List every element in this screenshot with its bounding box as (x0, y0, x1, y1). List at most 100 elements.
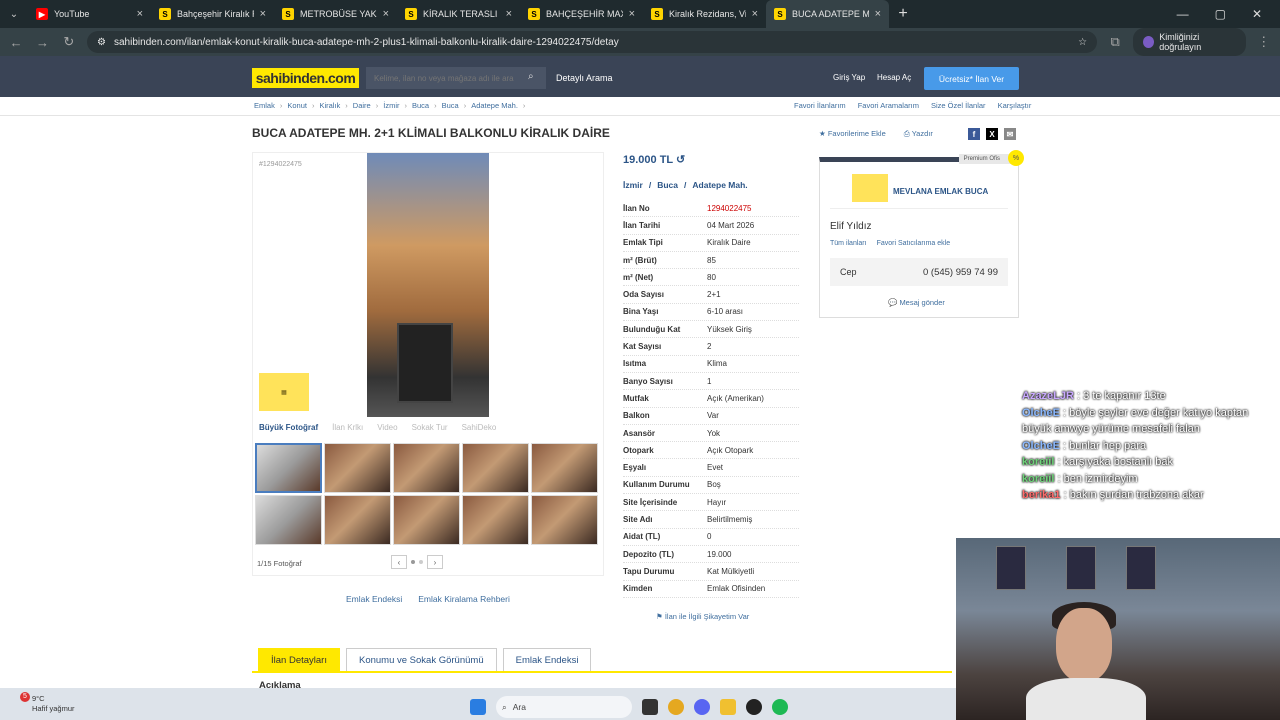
prev-page-button[interactable]: ‹ (391, 555, 407, 569)
windows-start-icon[interactable] (470, 699, 486, 715)
bookmark-star-icon[interactable]: ☆ (1078, 37, 1087, 48)
breadcrumb-item[interactable]: İzmir (383, 101, 399, 110)
sahibinden-icon: S (651, 8, 663, 20)
mail-icon[interactable]: ✉ (1004, 128, 1016, 140)
photo-thumbnail[interactable] (531, 443, 598, 493)
location-link[interactable]: İzmir (623, 180, 643, 190)
search-input[interactable] (366, 67, 546, 89)
detailed-search-link[interactable]: Detaylı Arama (556, 73, 613, 83)
photo-tab[interactable]: Büyük Fotoğraf (259, 423, 318, 432)
close-tab-icon[interactable]: × (383, 8, 389, 20)
photo-thumbnail[interactable] (324, 495, 391, 545)
extensions-icon[interactable]: ⧉ (1107, 34, 1123, 50)
facebook-icon[interactable]: f (968, 128, 980, 140)
close-tab-icon[interactable]: × (875, 8, 881, 20)
print-link[interactable]: ⎙ Yazdır (904, 129, 933, 139)
photo-thumbnail[interactable] (393, 495, 460, 545)
agent-logo[interactable] (852, 174, 888, 202)
file-explorer-icon[interactable] (720, 699, 736, 715)
close-tab-icon[interactable]: × (260, 8, 266, 20)
search-icon[interactable]: ⌕ (528, 71, 534, 82)
photo-thumbnail[interactable] (462, 495, 529, 545)
photo-tab[interactable]: Sokak Tur (412, 423, 448, 432)
reload-icon[interactable]: ↻ (61, 34, 77, 50)
browser-tab[interactable]: ▶ YouTube × (28, 0, 151, 28)
breadcrumb-item[interactable]: Emlak (254, 101, 275, 110)
next-page-button[interactable]: › (427, 555, 443, 569)
browser-tab[interactable]: S Kiralık Rezidans, Villa × (643, 0, 766, 28)
user-link[interactable]: Favori Aramalarım (858, 101, 919, 110)
all-listings-link[interactable]: Tüm ilanları (830, 240, 867, 247)
browser-tab[interactable]: S BAHÇEŞEHİR MAXİM × (520, 0, 643, 28)
photo-tab[interactable]: SahiDeko (462, 423, 497, 432)
complain-link[interactable]: ⚑ İlan ile İlgili Şikayetim Var (656, 612, 749, 621)
signup-link[interactable]: Hesap Aç (877, 73, 911, 82)
guide-link[interactable]: Emlak Endeksi (346, 594, 402, 604)
login-link[interactable]: Giriş Yap (833, 73, 865, 82)
weather-widget[interactable]: 5 9°C Hafif yağmur (12, 692, 75, 714)
post-ad-button[interactable]: Ücretsiz* İlan Ver (924, 67, 1019, 90)
photo-thumbnail[interactable] (531, 495, 598, 545)
breadcrumb-item[interactable]: Adatepe Mah. (471, 101, 518, 110)
page-dot[interactable] (411, 560, 415, 564)
guide-link[interactable]: Emlak Kiralama Rehberi (418, 594, 510, 604)
user-link[interactable]: Size Özel İlanlar (931, 101, 986, 110)
location-link[interactable]: Buca (657, 180, 678, 190)
spotify-icon[interactable] (772, 699, 788, 715)
breadcrumb-item[interactable]: Buca (442, 101, 459, 110)
agent-office-name[interactable]: MEVLANA EMLAK BUCA (893, 187, 988, 196)
detail-tab[interactable]: İlan Detayları (258, 648, 340, 672)
photo-tab[interactable]: İlan Krlkı (332, 423, 363, 432)
maximize-icon[interactable]: ▢ (1215, 7, 1226, 21)
phone-number[interactable]: 0 (545) 959 74 99 (923, 267, 998, 278)
page-dot[interactable] (419, 560, 423, 564)
main-photo[interactable] (367, 153, 489, 417)
browser-tab[interactable]: S BUCA ADATEPE MH. × (766, 0, 889, 28)
forward-icon[interactable]: → (34, 35, 50, 50)
profile-button[interactable]: Kimliğinizi doğrulayın (1133, 28, 1246, 56)
browser-tab[interactable]: S Bahçeşehir Kiralık Re × (151, 0, 274, 28)
photo-thumbnail[interactable] (255, 443, 322, 493)
url-bar[interactable]: ⚙ sahibinden.com/ilan/emlak-konut-kirali… (87, 31, 1098, 53)
photo-thumbnail[interactable] (324, 443, 391, 493)
back-icon[interactable]: ← (8, 35, 24, 50)
breadcrumb-item[interactable]: Kiralık (319, 101, 340, 110)
close-tab-icon[interactable]: × (506, 8, 512, 20)
photo-tab[interactable]: Video (377, 423, 397, 432)
minimize-icon[interactable]: — (1177, 7, 1189, 21)
photo-thumbnail[interactable] (393, 443, 460, 493)
discord-icon[interactable] (694, 699, 710, 715)
task-view-icon[interactable] (642, 699, 658, 715)
close-tab-icon[interactable]: × (629, 8, 635, 20)
detail-tab[interactable]: Emlak Endeksi (502, 648, 592, 672)
breadcrumb-item[interactable]: Buca (412, 101, 429, 110)
detail-tab[interactable]: Konumu ve Sokak Görünümü (345, 648, 497, 672)
new-tab-button[interactable]: + (889, 5, 917, 23)
x-icon[interactable]: X (986, 128, 998, 140)
location-link[interactable]: Adatepe Mah. (692, 180, 747, 190)
user-link[interactable]: Favori İlanlarım (794, 101, 846, 110)
browser-tab[interactable]: S METROBÜSE YAKIN F × (274, 0, 397, 28)
photo-thumbnail[interactable] (255, 495, 322, 545)
photo-thumbnail[interactable] (462, 443, 529, 493)
browser-tab[interactable]: S KİRALIK TERASLI DAİ × (397, 0, 520, 28)
tab-label: Bahçeşehir Kiralık Re (177, 9, 254, 19)
close-tab-icon[interactable]: × (137, 8, 143, 20)
taskbar-search[interactable]: ⌕ Ara (496, 696, 632, 718)
close-tab-icon[interactable]: × (752, 8, 758, 20)
close-window-icon[interactable]: ✕ (1252, 7, 1262, 21)
history-icon[interactable]: ↺ (676, 154, 685, 166)
send-message-link[interactable]: 💬 Mesaj gönder (888, 298, 945, 307)
menu-icon[interactable]: ⋮ (1256, 34, 1272, 50)
breadcrumb-item[interactable]: Daire (353, 101, 371, 110)
detail-key: Aidat (TL) (623, 532, 661, 542)
obs-icon[interactable] (746, 699, 762, 715)
site-info-icon[interactable]: ⚙ (97, 37, 106, 48)
chrome-icon[interactable] (668, 699, 684, 715)
favorite-seller-link[interactable]: Favori Satıcılarıma ekle (877, 240, 951, 247)
add-favorite-link[interactable]: ★ Favorilerime Ekle (819, 129, 886, 139)
tab-search-icon[interactable]: ⌄ (0, 0, 28, 28)
user-link[interactable]: Karşılaştır (998, 101, 1032, 110)
site-logo[interactable]: sahibinden.com (252, 68, 359, 88)
breadcrumb-item[interactable]: Konut (287, 101, 307, 110)
